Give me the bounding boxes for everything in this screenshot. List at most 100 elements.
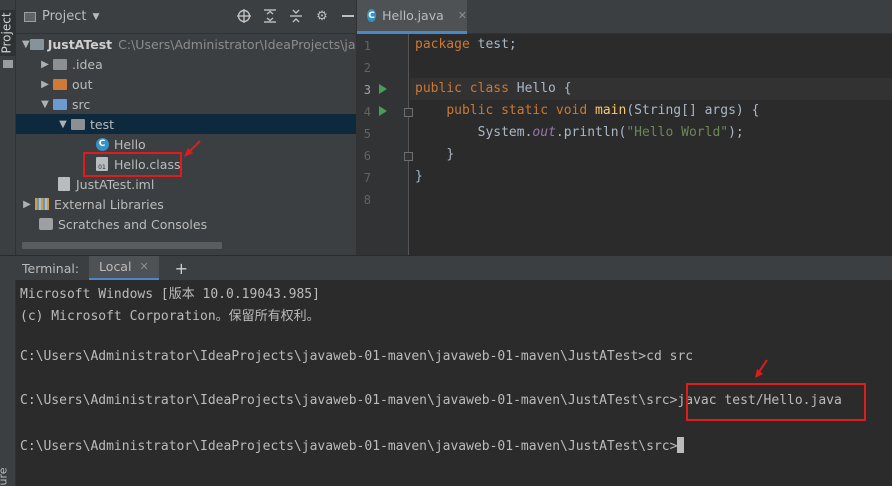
tree-item-root[interactable]: ▼ JustATest C:\Users\Administrator\IdeaP… [16,34,363,54]
tab-hello-java[interactable]: C Hello.java ✕ [357,0,467,34]
code-method: main [595,103,627,118]
tree-item-label: External Libraries [54,196,164,212]
terminal-output[interactable]: Microsoft Windows [版本 10.0.19043.985] (c… [16,280,892,486]
horizontal-scrollbar[interactable] [22,242,222,249]
line-number: 5 [363,127,371,141]
code-string: "Hello World" [626,125,729,140]
code-text: System. [477,125,533,140]
tab-terminal-local[interactable]: Local ✕ [89,255,159,281]
folder-icon [3,60,13,68]
code-text: ); [728,125,744,140]
line-number: 4 [363,105,371,119]
code-text: } [446,147,455,162]
expand-all-icon[interactable] [262,8,278,24]
structure-tool-window-button[interactable]: ure [0,466,16,486]
editor-gutter: 1 2 3 4 5 6 7 8 [357,34,413,255]
folder-icon [52,57,68,71]
tree-item-label: Scratches and Consoles [58,216,208,232]
library-icon [34,197,50,211]
code-text: } [415,169,423,184]
tree-item-label: JustATest [47,36,113,52]
tree-item-iml[interactable]: JustATest.iml [16,174,356,194]
tree-item-idea[interactable]: ▶ .idea [16,54,356,74]
tree-item-external-libraries[interactable]: ▶ External Libraries [16,194,356,214]
terminal-line: C:\Users\Administrator\IdeaProjects\java… [20,437,685,454]
tab-label: Hello.java [382,8,444,23]
terminal-prompt: C:\Users\Administrator\IdeaProjects\java… [20,393,678,408]
close-icon[interactable]: ✕ [139,260,148,273]
minimize-icon[interactable] [340,8,356,24]
folder-icon [52,77,68,91]
new-terminal-plus-icon[interactable]: + [175,259,188,278]
tree-item-label: Hello [114,136,146,152]
editor-tabs: C Hello.java ✕ [357,0,892,34]
tree-item-path: C:\Users\Administrator\IdeaProjects\jav [118,36,363,52]
scratches-icon [38,217,54,231]
code-text: (String[] args) { [626,103,760,118]
red-arrow-annotation [755,359,768,378]
tree-item-src[interactable]: ▼ src [16,94,356,114]
tree-item-label: .idea [72,56,103,72]
tree-item-label: src [72,96,91,112]
highlight-box [83,152,182,177]
locate-icon[interactable] [236,8,252,24]
project-panel-header: Project ▼ ⚙ [16,0,356,34]
line-number: 8 [363,193,371,207]
code-keyword: public static void [446,103,588,118]
red-arrow-annotation [184,140,201,157]
line-number: 3 [363,83,371,97]
terminal-header: Terminal: Local ✕ + [0,255,892,281]
chevron-right-icon[interactable]: ▶ [20,199,34,210]
close-icon[interactable]: ✕ [458,9,467,22]
project-panel: Project ▼ ⚙ ▼ JustATest C:\Users\Adminis… [16,0,363,255]
left-tool-stripe: Project ure [0,0,16,486]
chevron-down-icon[interactable]: ▼ [56,119,70,130]
code-text: .println( [555,125,627,140]
terminal-caret [677,437,685,453]
terminal-line: (c) Microsoft Corporation。保留所有权利。 [20,309,320,324]
source-folder-icon [52,97,68,111]
chevron-down-icon[interactable]: ▼ [38,99,52,110]
code-keyword: package [415,37,470,52]
fold-marker-icon[interactable] [404,152,413,161]
project-toolbar: ⚙ [236,8,356,24]
highlight-box [686,383,866,421]
project-view-selector[interactable]: Project ▼ [24,9,99,24]
terminal-label: Terminal: [22,260,80,276]
code-line-4: public static void main(String[] args) { [415,103,759,118]
fold-marker-icon[interactable] [404,108,413,117]
tree-item-label: test [90,116,115,132]
terminal-prompt: C:\Users\Administrator\IdeaProjects\java… [20,439,678,454]
chevron-right-icon[interactable]: ▶ [38,79,52,90]
line-number: 7 [363,171,371,185]
terminal-line: C:\Users\Administrator\IdeaProjects\java… [20,349,694,364]
code-keyword: public class [415,81,509,96]
tree-item-test[interactable]: ▼ test [16,114,356,134]
java-class-icon: C [94,137,110,151]
tree-item-out[interactable]: ▶ out [16,74,356,94]
module-folder-icon [29,37,44,51]
project-panel-title: Project [42,9,87,24]
line-number: 2 [363,61,371,75]
gear-icon[interactable]: ⚙ [314,8,330,24]
code-line-1: package test; [415,37,517,52]
chevron-right-icon[interactable]: ▶ [38,59,52,70]
project-tree: ▼ JustATest C:\Users\Administrator\IdeaP… [16,34,363,234]
code-line-7: } [415,169,423,184]
collapse-all-icon[interactable] [288,8,304,24]
code-line-3: public class Hello { [415,81,572,96]
tab-label: Local [99,259,132,274]
structure-tool-label: ure [0,467,10,486]
chevron-down-icon[interactable]: ▼ [22,39,30,50]
code-field: out [532,125,556,140]
project-tool-window-button[interactable]: Project [0,10,16,56]
run-class-icon[interactable] [379,84,387,94]
package-folder-icon [70,117,86,131]
tree-item-label: out [72,76,93,92]
code-line-5: System.out.println("Hello World"); [415,125,744,140]
run-main-icon[interactable] [379,106,387,116]
code-line-6: } [415,147,454,162]
code-text: test; [469,37,517,52]
tree-item-scratches[interactable]: Scratches and Consoles [16,214,356,234]
line-number: 6 [363,149,371,163]
